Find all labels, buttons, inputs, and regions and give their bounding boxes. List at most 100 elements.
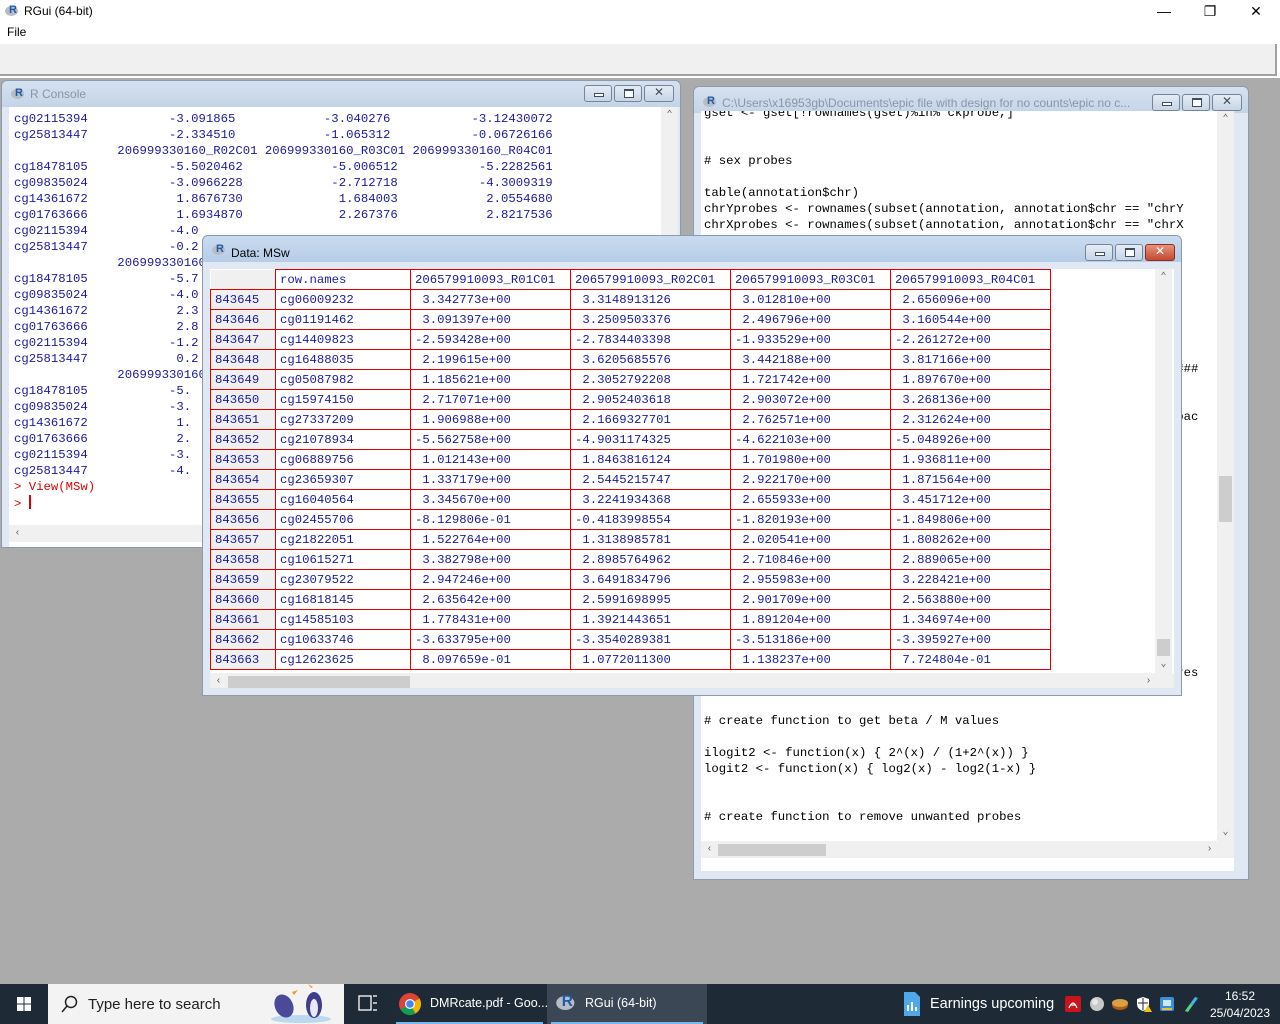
table-cell[interactable]: -8.129806e-01 [410,509,571,530]
table-cell[interactable]: 2.5445215747 [570,469,731,490]
close-button[interactable]: ✕ [1145,244,1175,261]
table-cell[interactable]: 1.871564e+00 [890,469,1051,490]
column-header[interactable]: 206579910093_R04C01 [890,269,1051,290]
table-cell[interactable]: 2.922170e+00 [730,469,891,490]
scroll-left-icon[interactable]: ‹ [210,673,227,688]
table-cell[interactable]: -2.7834403398 [570,329,731,350]
table-cell[interactable]: cg16040564 [275,489,411,510]
table-cell[interactable]: cg05087982 [275,369,411,390]
table-cell[interactable]: 2.8985764962 [570,549,731,570]
table-cell[interactable]: cg14585103 [275,609,411,630]
table-cell[interactable]: 1.721742e+00 [730,369,891,390]
table-cell[interactable]: 1.012143e+00 [410,449,571,470]
table-cell[interactable]: 3.2509503376 [570,309,731,330]
taskbar-search[interactable]: Type here to search [48,984,344,1024]
table-cell[interactable]: 1.808262e+00 [890,529,1051,550]
table-cell[interactable]: -2.261272e+00 [890,329,1051,350]
table-cell[interactable]: cg10615271 [275,549,411,570]
app-restore-button[interactable]: ❐ [1187,0,1233,22]
table-cell[interactable]: -1.820193e+00 [730,509,891,530]
table-cell[interactable]: 2.947246e+00 [410,569,571,590]
table-cell[interactable]: -5.048926e+00 [890,429,1051,450]
editor-horizontal-scrollbar[interactable]: ‹ › [701,841,1234,858]
table-cell[interactable]: 2.710846e+00 [730,549,891,570]
close-button[interactable]: ✕ [644,85,674,102]
table-cell[interactable]: cg14409823 [275,329,411,350]
grid-vertical-scrollbar[interactable]: ⌃ ⌄ [1155,269,1172,673]
table-cell[interactable]: 1.778431e+00 [410,609,571,630]
table-cell[interactable]: -3.633795e+00 [410,629,571,650]
table-cell[interactable]: -4.9031174325 [570,429,731,450]
table-cell[interactable]: 1.522764e+00 [410,529,571,550]
table-cell[interactable]: cg23659307 [275,469,411,490]
globe-icon[interactable] [1089,996,1105,1012]
table-cell[interactable]: -5.562758e+00 [410,429,571,450]
table-cell[interactable]: 8.097659e-01 [410,649,571,670]
column-header[interactable]: 206579910093_R02C01 [570,269,731,290]
script-editor-titlebar[interactable]: R C:\Users\x16953gb\Documents\epic file … [694,87,1248,113]
table-cell[interactable]: -3.3540289381 [570,629,731,650]
table-cell[interactable]: 1.906988e+00 [410,409,571,430]
table-cell[interactable]: -4.622103e+00 [730,429,891,450]
table-cell[interactable]: -1.933529e+00 [730,329,891,350]
table-cell[interactable]: 3.160544e+00 [890,309,1051,330]
table-cell[interactable]: 7.724804e-01 [890,649,1051,670]
table-cell[interactable]: 2.563880e+00 [890,589,1051,610]
table-cell[interactable]: cg16818145 [275,589,411,610]
table-cell[interactable]: 1.3921443651 [570,609,731,630]
table-cell[interactable]: cg21822051 [275,529,411,550]
table-cell[interactable]: cg06889756 [275,449,411,470]
table-cell[interactable]: 3.451712e+00 [890,489,1051,510]
security-warning-icon[interactable] [1136,996,1152,1012]
minimize-button[interactable] [1085,244,1113,261]
table-cell[interactable]: 3.2241934368 [570,489,731,510]
taskbar-app-chrome[interactable]: DMRcate.pdf - Goo... [392,984,548,1024]
scroll-up-icon[interactable]: ⌃ [661,107,678,124]
table-cell[interactable]: 2.903072e+00 [730,389,891,410]
r-console-titlebar[interactable]: R R Console ✕ [2,81,680,107]
table-cell[interactable]: 2.955983e+00 [730,569,891,590]
system-clock[interactable]: 16:52 25/04/2023 [1205,988,1275,1022]
table-cell[interactable]: cg27337209 [275,409,411,430]
scroll-thumb[interactable] [228,676,410,688]
table-cell[interactable]: 1.138237e+00 [730,649,891,670]
close-button[interactable]: ✕ [1212,94,1242,111]
app-minimize-button[interactable]: — [1141,0,1187,22]
table-cell[interactable]: 3.382798e+00 [410,549,571,570]
table-cell[interactable]: 2.496796e+00 [730,309,891,330]
table-cell[interactable]: 1.891204e+00 [730,609,891,630]
app-close-button[interactable]: ✕ [1233,0,1279,22]
table-cell[interactable]: 3.091397e+00 [410,309,571,330]
data-grid[interactable]: row.names 206579910093_R01C01 206579910093… [210,269,1051,670]
minimize-button[interactable] [1152,94,1180,111]
table-cell[interactable]: 3.342773e+00 [410,289,571,310]
acrobat-icon[interactable] [1065,996,1081,1012]
table-cell[interactable]: -1.849806e+00 [890,509,1051,530]
news-widget[interactable]: Earnings upcoming [898,984,1058,1024]
table-cell[interactable]: 1.701980e+00 [730,449,891,470]
scroll-thumb[interactable] [1219,476,1232,522]
scroll-down-icon[interactable]: ⌄ [1217,824,1234,841]
table-cell[interactable]: 2.635642e+00 [410,589,571,610]
table-cell[interactable]: 2.1669327701 [570,409,731,430]
table-cell[interactable]: 1.346974e+00 [890,609,1051,630]
table-cell[interactable]: 2.762571e+00 [730,409,891,430]
table-cell[interactable]: 3.268136e+00 [890,389,1051,410]
table-cell[interactable]: 2.9052403618 [570,389,731,410]
table-cell[interactable]: cg15974150 [275,389,411,410]
table-cell[interactable]: cg12623625 [275,649,411,670]
table-cell[interactable]: 2.901709e+00 [730,589,891,610]
scroll-down-icon[interactable]: ⌄ [1155,656,1172,673]
editor-vertical-scrollbar[interactable]: ⌃ ⌄ [1217,111,1234,841]
maximize-button[interactable] [1115,244,1143,261]
maximize-button[interactable] [1182,94,1210,111]
table-cell[interactable]: cg23079522 [275,569,411,590]
scroll-right-icon[interactable]: › [1201,841,1218,858]
start-button[interactable] [0,984,48,1024]
table-cell[interactable]: 1.3138985781 [570,529,731,550]
table-cell[interactable]: 1.936811e+00 [890,449,1051,470]
scroll-thumb[interactable] [718,844,826,856]
table-cell[interactable]: 1.337179e+00 [410,469,571,490]
table-cell[interactable]: 2.3052792208 [570,369,731,390]
scroll-up-icon[interactable]: ⌃ [1155,269,1172,286]
